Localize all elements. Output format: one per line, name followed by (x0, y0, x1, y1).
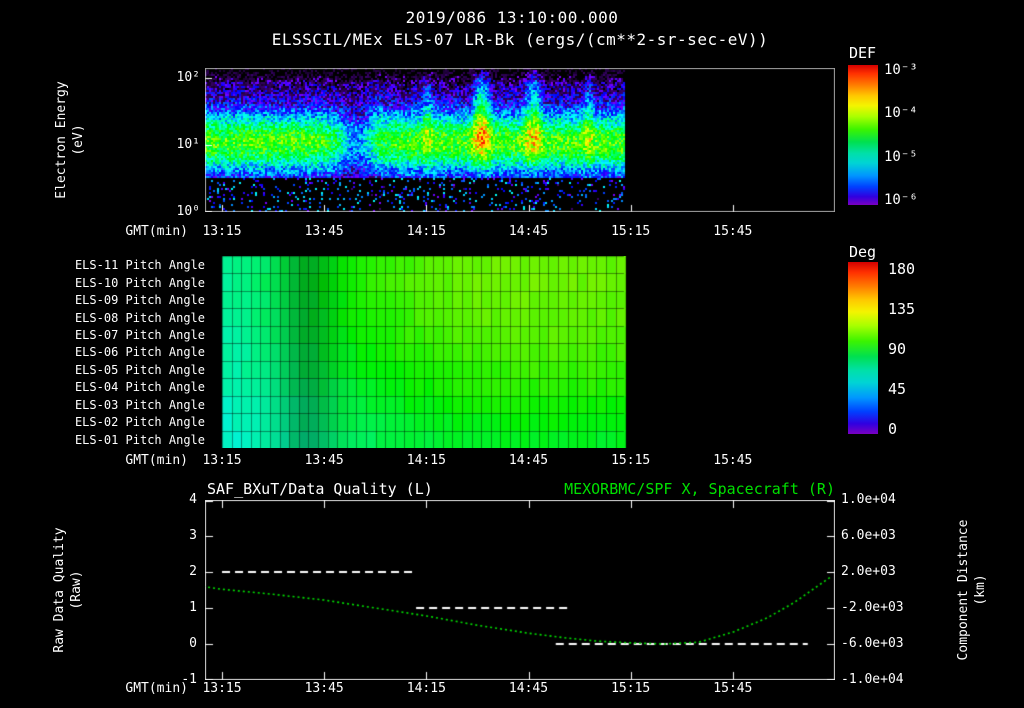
pitch-row-label: ELS-09 Pitch Angle (74, 293, 205, 308)
pitch-row-label: ELS-02 Pitch Angle (74, 415, 205, 430)
gmt-axis-label-1: GMT(min) (125, 224, 188, 239)
pitch-row-label: ELS-06 Pitch Angle (74, 345, 205, 360)
gmt-tick-label: 15:15 (611, 224, 651, 239)
gmt-tick-label: 13:15 (202, 681, 242, 696)
distance-ytick-label: 1.0e+04 (841, 492, 896, 507)
gmt-tick-label: 13:45 (304, 681, 344, 696)
page-title: 2019/086 13:10:00.000 (405, 8, 619, 27)
pitch-row-label: ELS-10 Pitch Angle (74, 275, 205, 290)
deg-colorbar (848, 262, 878, 434)
quality-ytick-label: 3 (189, 528, 197, 543)
quality-ytick-label: 0 (189, 636, 197, 651)
flux-colorbar-tick-label: 10⁻⁴ (884, 105, 918, 122)
deg-colorbar-tick-label: 135 (888, 300, 916, 318)
quality-axis-label-line2: (Raw) (69, 570, 84, 610)
pitch-row-label: ELS-05 Pitch Angle (74, 362, 205, 377)
energy-axis-label-line1: Electron Energy (54, 81, 69, 199)
flux-colorbar-tick-label: 10⁻⁶ (884, 191, 918, 208)
quality-axis-label: Raw Data Quality (Raw) (50, 480, 86, 700)
pitch-row-label: ELS-08 Pitch Angle (74, 310, 205, 325)
deg-colorbar-tick-label: 45 (888, 380, 907, 398)
gmt-tick-label: 14:45 (508, 453, 549, 468)
distance-ytick-label: -2.0e+03 (841, 600, 904, 615)
pitch-row-label: ELS-01 Pitch Angle (74, 432, 205, 447)
flux-colorbar-tick-label: 10⁻³ (884, 62, 918, 78)
line-right-title: MEXORBMC/SPF X, Spacecraft (R) (564, 480, 835, 498)
gmt-axis-label-2: GMT(min) (125, 453, 188, 468)
energy-ytick-label: 10² (176, 70, 200, 85)
energy-axis-label-line2: (eV) (71, 124, 86, 156)
quality-axis-label-line1: Raw Data Quality (52, 527, 67, 653)
pitch-row-label: ELS-07 Pitch Angle (74, 328, 205, 343)
quality-ytick-label: 4 (189, 492, 197, 507)
flux-colorbar-tick-label: 10⁻⁵ (884, 148, 918, 165)
line-left-title: SAF_BXuT/Data Quality (L) (207, 480, 433, 498)
energy-ytick-label: 10⁰ (176, 204, 200, 219)
gmt-tick-label: 14:15 (406, 453, 446, 468)
deg-colorbar-title: Deg (849, 243, 877, 261)
gmt-tick-label: 13:45 (304, 453, 344, 468)
distance-axis-label-line2: (km) (973, 574, 988, 606)
gmt-tick-label: 13:15 (202, 453, 242, 468)
pitch-row-label: ELS-04 Pitch Angle (74, 380, 205, 395)
gmt-tick-label: 13:45 (304, 224, 344, 239)
gmt-tick-label: 14:45 (508, 681, 549, 696)
distance-axis-label: Component Distance (km) (954, 480, 990, 700)
gmt-tick-label: 13:15 (202, 224, 242, 239)
distance-ytick-label: -6.0e+03 (841, 636, 904, 651)
pitch-row-label: ELS-03 Pitch Angle (74, 397, 205, 412)
deg-colorbar-tick-label: 180 (888, 260, 916, 278)
deg-colorbar-tick-label: 90 (888, 340, 907, 358)
gmt-tick-label: 15:15 (611, 681, 651, 696)
gmt-tick-label: 15:45 (713, 681, 753, 696)
gmt-tick-label: 15:45 (713, 453, 753, 468)
flux-colorbar-title: DEF (849, 44, 877, 62)
pitch-angle-canvas (205, 256, 835, 448)
deg-colorbar-tick-label: 0 (888, 420, 898, 438)
electron-energy-spectrogram-canvas (205, 68, 835, 212)
gmt-tick-label: 14:15 (406, 681, 446, 696)
flux-colorbar (848, 65, 878, 205)
distance-ytick-label: 2.0e+03 (841, 564, 896, 579)
energy-ytick-label: 10¹ (176, 137, 200, 152)
gmt-tick-label: 15:45 (713, 224, 753, 239)
gmt-tick-label: 14:45 (508, 224, 549, 239)
energy-axis-label: Electron Energy (eV) (52, 30, 88, 250)
quality-ytick-label: 2 (189, 564, 197, 579)
distance-ytick-label: 6.0e+03 (841, 528, 896, 543)
plot-page: 2019/086 13:10:00.000 ELSSCIL/MEx ELS-07… (0, 0, 1024, 708)
gmt-axis-label-3: GMT(min) (125, 681, 188, 696)
quality-ytick-label: 1 (189, 600, 197, 615)
distance-ytick-label: -1.0e+04 (841, 672, 904, 687)
line-plot-canvas (205, 500, 835, 680)
pitch-row-label: ELS-11 Pitch Angle (74, 258, 205, 273)
distance-axis-label-line1: Component Distance (956, 519, 971, 661)
gmt-tick-label: 14:15 (406, 224, 446, 239)
gmt-tick-label: 15:15 (611, 453, 651, 468)
